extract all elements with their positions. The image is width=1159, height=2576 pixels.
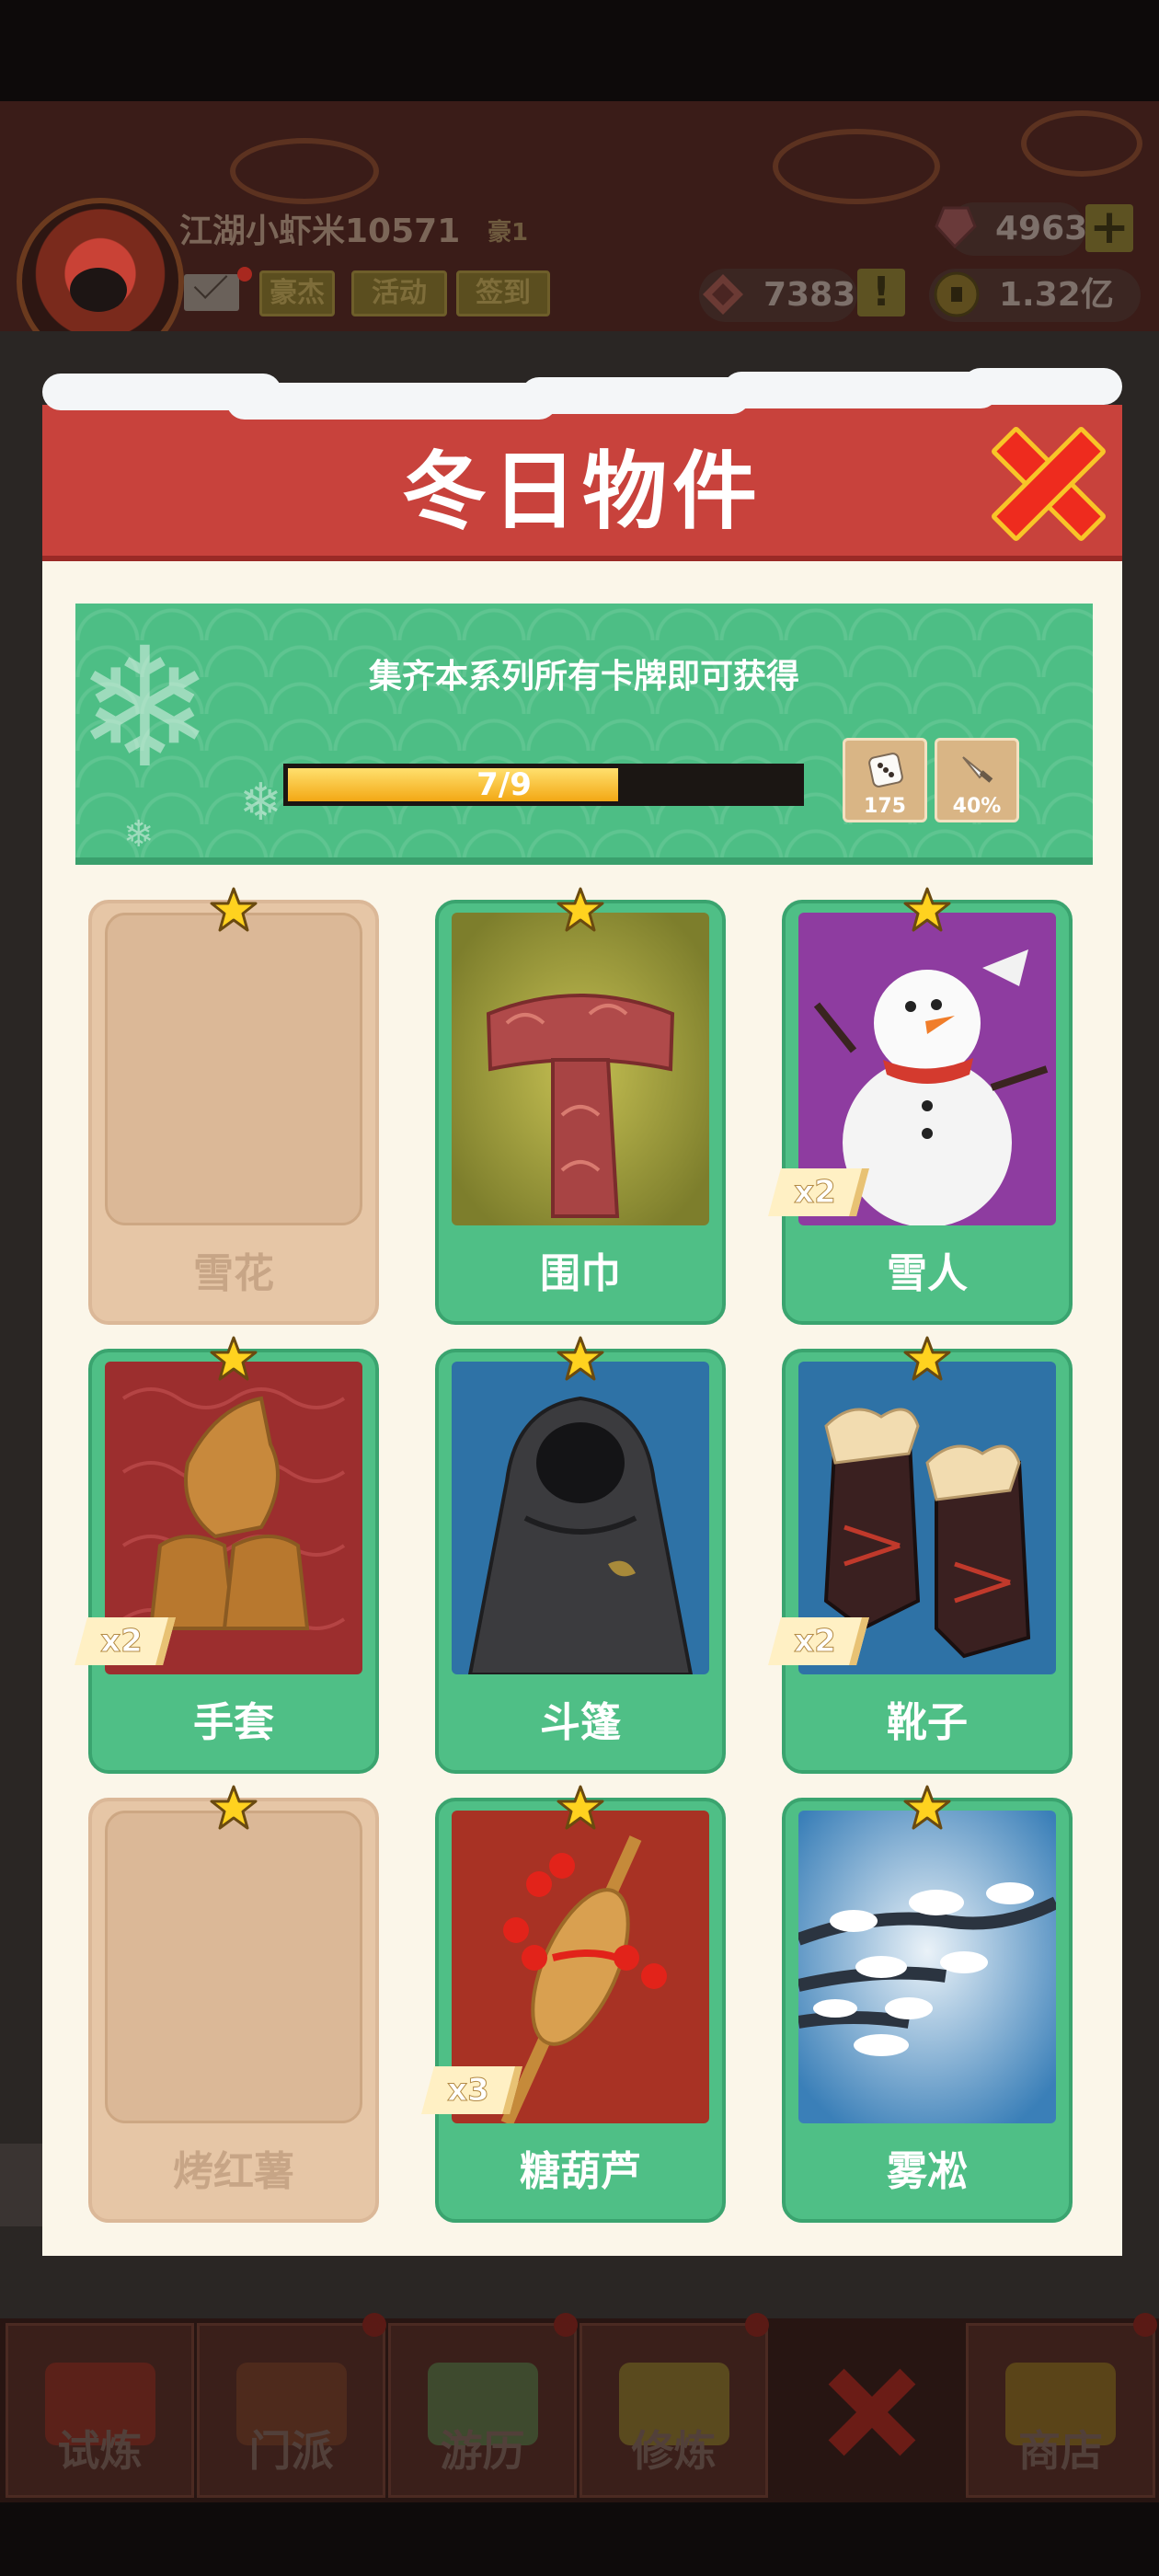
coins-value: 1.32亿 bbox=[999, 276, 1114, 314]
card-scarf[interactable]: 围巾 bbox=[435, 887, 726, 1325]
notification-dot bbox=[1133, 2313, 1157, 2337]
nav-close-icon[interactable] bbox=[826, 2366, 918, 2458]
card-name: 雾凇 bbox=[887, 2148, 968, 2195]
card-candied-haws[interactable]: x3 糖葫芦 bbox=[421, 1785, 726, 2223]
card-count: x2 bbox=[794, 1623, 837, 1661]
card-name: 靴子 bbox=[887, 1699, 968, 1746]
token-icon bbox=[703, 274, 743, 315]
star-icon bbox=[557, 1336, 604, 1382]
modal-title: 冬日物件 bbox=[401, 443, 763, 541]
rime-illustration bbox=[798, 1811, 1056, 2123]
card-cloak[interactable]: 斗篷 bbox=[435, 1336, 726, 1774]
card-name: 斗篷 bbox=[540, 1699, 621, 1746]
progress-label: 7/9 bbox=[476, 766, 532, 803]
dice-icon bbox=[868, 753, 903, 788]
dagger-icon bbox=[962, 756, 993, 783]
snowflake-icon: ❄ bbox=[75, 613, 214, 805]
card-name: 雪花 bbox=[193, 1250, 274, 1297]
locked-card-placeholder bbox=[105, 1811, 362, 2123]
alert-button[interactable]: ! bbox=[857, 269, 905, 316]
tab-travel[interactable]: 游历 bbox=[388, 2323, 577, 2498]
close-icon[interactable] bbox=[993, 429, 1095, 530]
player-name: 江湖小虾米10571 bbox=[179, 213, 461, 250]
star-icon bbox=[557, 887, 604, 933]
card-snowman[interactable]: x2 雪人 bbox=[768, 887, 1073, 1325]
snowflake-icon: ❄ bbox=[123, 813, 155, 856]
tab-label: 商店 bbox=[1018, 2426, 1103, 2476]
cloud-decoration bbox=[773, 129, 940, 204]
card-count-badge: x2 bbox=[768, 1617, 869, 1665]
cloak-illustration bbox=[452, 1362, 709, 1674]
card-count-badge: x2 bbox=[75, 1617, 176, 1665]
reward-value: 175 bbox=[864, 795, 906, 818]
star-icon bbox=[903, 1785, 951, 1831]
winter-items-modal: 冬日物件 ❄ ❄ ❄ 集齐本系列所有卡牌即可获得 7/9 175 40% 雪花 … bbox=[42, 368, 1122, 2256]
tab-sect[interactable]: 门派 bbox=[197, 2323, 385, 2498]
card-rime[interactable]: 雾凇 bbox=[782, 1785, 1073, 2223]
checkin-button[interactable]: 签到 bbox=[456, 270, 550, 316]
mail-icon[interactable] bbox=[184, 274, 239, 311]
notification-dot bbox=[237, 267, 252, 282]
card-count: x3 bbox=[447, 2072, 490, 2110]
cloud-decoration bbox=[1021, 110, 1142, 177]
card-name: 围巾 bbox=[540, 1250, 621, 1297]
card-count: x2 bbox=[100, 1623, 143, 1661]
card-name: 烤红薯 bbox=[173, 2148, 294, 2195]
card-count-badge: x2 bbox=[768, 1168, 869, 1216]
star-icon bbox=[903, 1336, 951, 1382]
cloud-decoration bbox=[230, 138, 379, 204]
notification-dot bbox=[362, 2313, 386, 2337]
tokens-value: 7383 bbox=[763, 276, 856, 314]
star-icon bbox=[557, 1785, 604, 1831]
collection-progress-bar: 7/9 bbox=[283, 764, 804, 806]
snowflake-icon: ❄ bbox=[239, 773, 282, 833]
card-locked[interactable]: 雪花 bbox=[88, 887, 379, 1325]
notification-dot bbox=[554, 2313, 578, 2337]
tab-label: 游历 bbox=[440, 2426, 525, 2476]
card-name: 雪人 bbox=[887, 1250, 968, 1297]
reward-dice[interactable]: 175 bbox=[843, 738, 927, 822]
reward-value: 40% bbox=[952, 795, 1002, 818]
card-count: x2 bbox=[794, 1174, 837, 1212]
card-boots[interactable]: x2 靴子 bbox=[768, 1336, 1073, 1774]
tab-label: 门派 bbox=[248, 2426, 334, 2476]
status-bar bbox=[0, 0, 1159, 101]
rank-tag: 豪1 bbox=[488, 219, 529, 247]
tab-cultivate[interactable]: 修炼 bbox=[580, 2323, 768, 2498]
star-icon bbox=[210, 1785, 258, 1831]
card-count-badge: x3 bbox=[421, 2066, 522, 2114]
star-icon bbox=[903, 887, 951, 933]
hero-button[interactable]: 豪杰 bbox=[259, 270, 335, 316]
system-nav-bar bbox=[0, 2502, 1159, 2576]
snow-decoration bbox=[42, 368, 1122, 420]
reward-dagger[interactable]: 40% bbox=[935, 738, 1019, 822]
gems-value: 4963 bbox=[995, 210, 1088, 247]
tab-label: 试炼 bbox=[57, 2426, 143, 2476]
add-gems-button[interactable]: + bbox=[1085, 203, 1133, 252]
tab-trial[interactable]: 试炼 bbox=[6, 2323, 194, 2498]
tab-label: 修炼 bbox=[631, 2426, 717, 2476]
scarf-illustration bbox=[452, 913, 709, 1225]
card-name: 糖葫芦 bbox=[520, 2148, 641, 2195]
card-locked[interactable]: 烤红薯 bbox=[88, 1785, 379, 2223]
activity-button[interactable]: 活动 bbox=[351, 270, 447, 316]
collection-hint: 集齐本系列所有卡牌即可获得 bbox=[368, 658, 799, 696]
avatar-face bbox=[70, 268, 127, 312]
coin-icon bbox=[934, 271, 980, 317]
card-gloves[interactable]: x2 手套 bbox=[75, 1336, 379, 1774]
locked-card-placeholder bbox=[105, 913, 362, 1225]
notification-dot bbox=[745, 2313, 769, 2337]
star-icon bbox=[210, 887, 258, 933]
tab-shop[interactable]: 商店 bbox=[966, 2323, 1155, 2498]
gem-icon bbox=[935, 206, 977, 249]
collection-banner: ❄ ❄ ❄ 集齐本系列所有卡牌即可获得 7/9 175 40% bbox=[75, 604, 1093, 865]
star-icon bbox=[210, 1336, 258, 1382]
card-name: 手套 bbox=[193, 1699, 274, 1746]
